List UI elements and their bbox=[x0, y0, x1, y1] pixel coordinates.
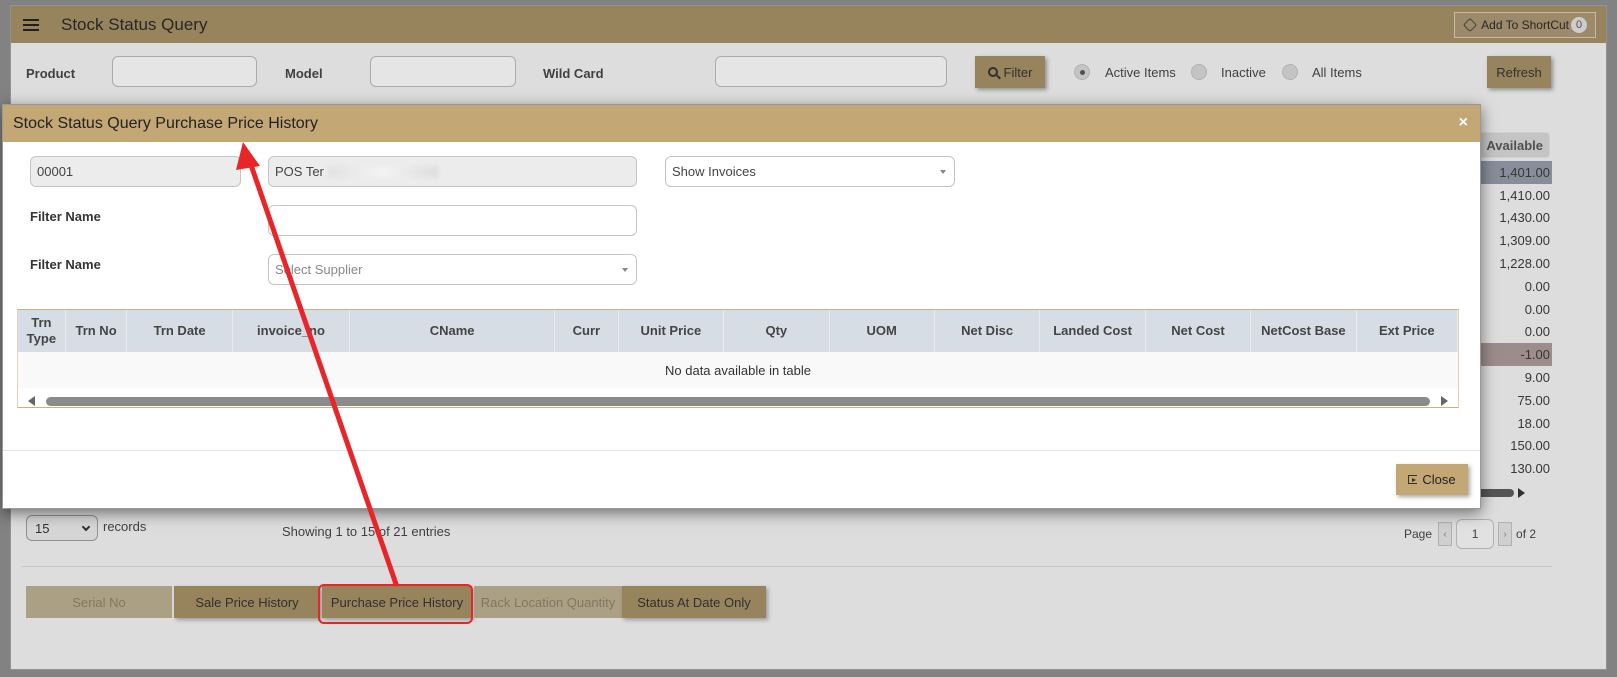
annotation-arrow bbox=[236, 142, 399, 587]
